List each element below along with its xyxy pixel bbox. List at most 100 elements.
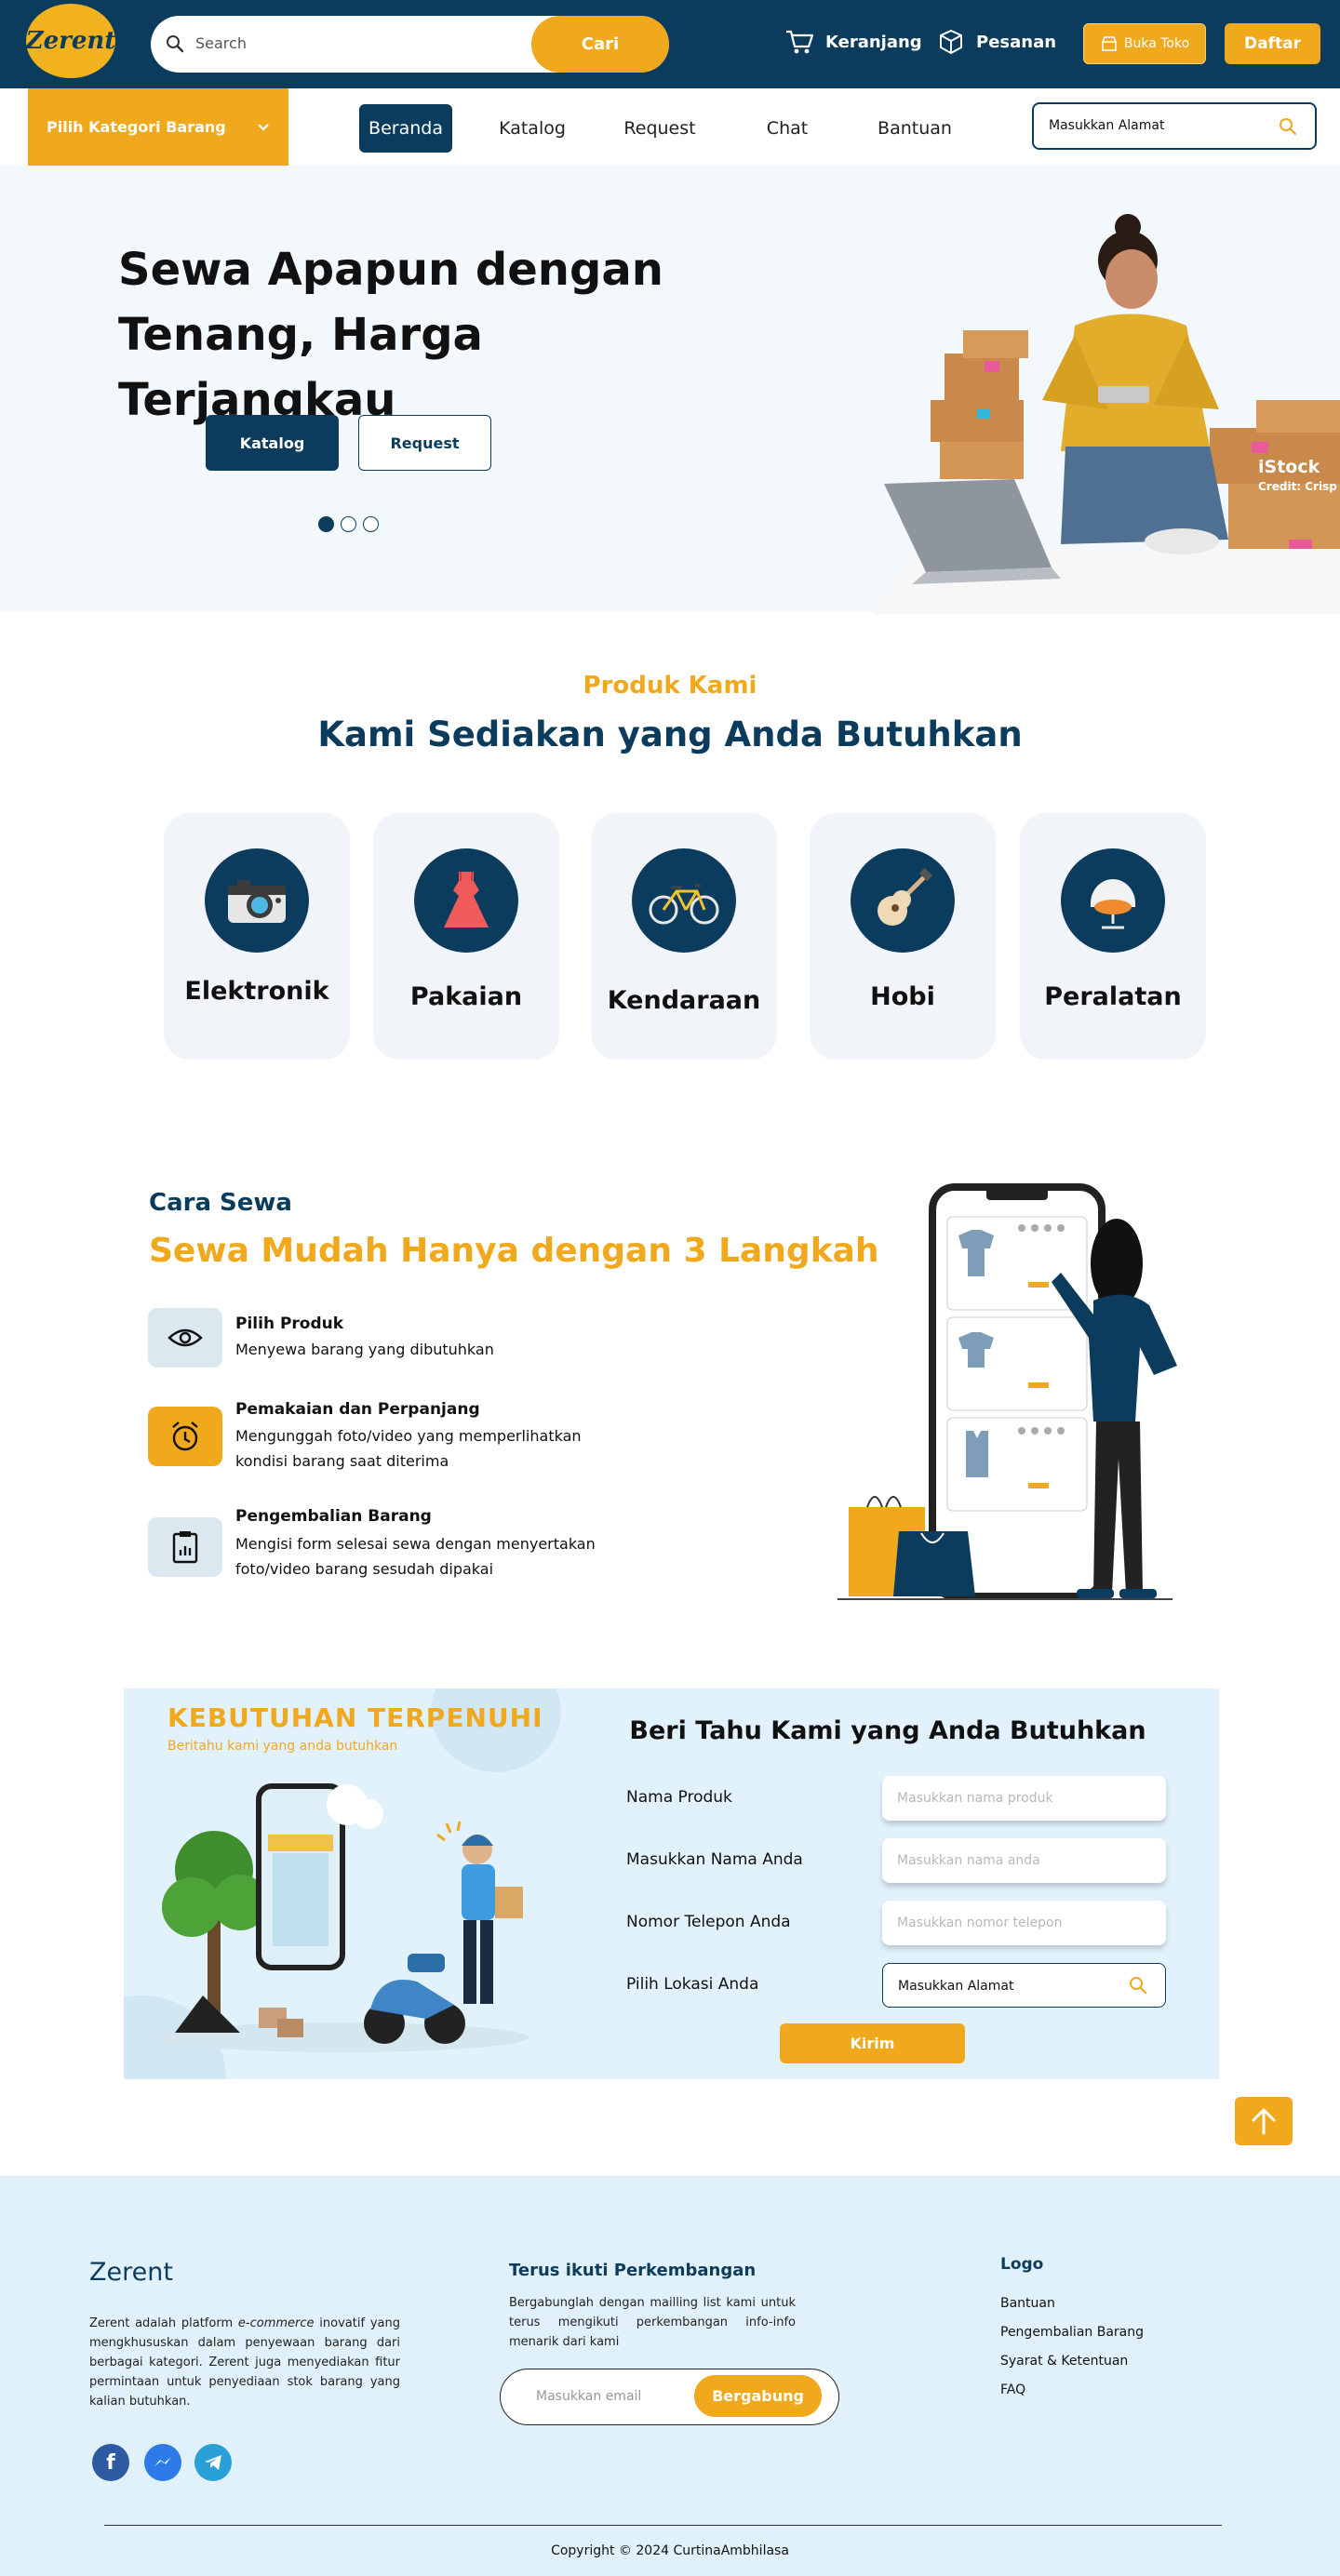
footer-link-pengembalian[interactable]: Pengembalian Barang — [1000, 2325, 1144, 2340]
howto-heading: Sewa Mudah Hanya dengan 3 Langkah — [149, 1232, 879, 1270]
chevron-down-icon — [258, 123, 269, 131]
carousel-dot[interactable] — [318, 516, 334, 532]
hero-title: Sewa Apapun dengan Tenang, Harga Terjang… — [118, 237, 770, 433]
open-store-button[interactable]: Buka Toko — [1083, 23, 1206, 64]
form-heading: Beri Tahu Kami yang Anda Butuhkan — [629, 1716, 1146, 1745]
footer-links-title: Logo — [1000, 2255, 1044, 2274]
box-icon — [940, 30, 962, 54]
delivery-illustration — [147, 1768, 538, 2056]
address-input[interactable]: Masukkan Alamat — [1032, 102, 1317, 150]
scroll-top-button[interactable] — [1235, 2097, 1293, 2145]
nav-chat[interactable]: Chat — [741, 104, 834, 153]
orders-label: Pesanan — [976, 32, 1057, 52]
footer-link-syarat[interactable]: Syarat & Ketentuan — [1000, 2354, 1128, 2369]
register-button[interactable]: Daftar — [1225, 23, 1320, 64]
step-desc: Mengisi form selesai sewa dengan menyert… — [235, 1535, 596, 1578]
store-icon — [1102, 36, 1117, 51]
field-label: Nomor Telepon Anda — [626, 1913, 791, 1931]
category-card-hobi[interactable]: Hobi — [810, 813, 996, 1060]
orders-link[interactable]: Pesanan — [937, 28, 1056, 56]
cart-icon — [786, 30, 814, 54]
search-button[interactable]: Cari — [531, 16, 669, 73]
category-label: Elektronik — [184, 977, 329, 1006]
category-label: Peralatan — [1044, 982, 1182, 1011]
footer-link-faq[interactable]: FAQ — [1000, 2382, 1025, 2397]
email-input[interactable]: Masukkan email — [536, 2389, 641, 2404]
copyright: Copyright © 2024 CurtinaAmbhilasa — [551, 2543, 789, 2558]
step-title: Pengembalian Barang — [235, 1507, 432, 1526]
products-heading: Kami Sediakan yang Anda Butuhkan — [317, 714, 1023, 754]
hero-title-line1: Sewa Apapun dengan — [118, 244, 663, 296]
address-placeholder: Masukkan Alamat — [1049, 118, 1165, 133]
banner-title: KEBUTUHAN TERPENUHI — [168, 1702, 543, 1733]
search-icon — [167, 35, 184, 53]
field-label: Masukkan Nama Anda — [626, 1850, 803, 1869]
footer-about: Zerent adalah platform e-commerce inovat… — [89, 2314, 400, 2411]
newsletter-form: Masukkan email Bergabung — [500, 2369, 839, 2425]
category-card-kendaraan[interactable]: Kendaraan — [591, 813, 777, 1060]
footer-divider — [104, 2525, 1222, 2526]
category-label: Hobi — [870, 982, 935, 1011]
phone-input[interactable]: Masukkan nomor telepon — [882, 1901, 1166, 1945]
nav-bantuan[interactable]: Bantuan — [868, 104, 961, 153]
footer-about-em: e-commerce — [237, 2316, 315, 2330]
name-input[interactable]: Masukkan nama anda — [882, 1838, 1166, 1883]
category-card-pakaian[interactable]: Pakaian — [373, 813, 559, 1060]
hero-katalog-button[interactable]: Katalog — [206, 415, 339, 471]
search-input[interactable]: Search — [195, 34, 247, 52]
carousel-dot[interactable] — [341, 516, 356, 532]
search-icon — [1280, 118, 1297, 136]
messenger-icon[interactable] — [144, 2444, 181, 2481]
carousel-dots — [318, 516, 379, 532]
shopping-illustration — [828, 1180, 1182, 1608]
category-card-elektronik[interactable]: Elektronik — [164, 813, 350, 1060]
newsletter-title: Terus ikuti Perkembangan — [509, 2261, 757, 2280]
field-label: Nama Produk — [626, 1788, 732, 1807]
footer-about-text: Zerent adalah platform — [89, 2316, 238, 2330]
category-dropdown[interactable]: Pilih Kategori Barang — [28, 88, 288, 166]
products-eyebrow: Produk Kami — [583, 672, 757, 700]
nav-request[interactable]: Request — [613, 104, 706, 153]
newsletter-desc: Bergabunglah dengan mailling list kami u… — [509, 2296, 796, 2349]
arrow-up-icon — [1252, 2108, 1276, 2135]
category-label: Pakaian — [409, 982, 523, 1011]
dress-icon — [414, 848, 518, 953]
telegram-icon[interactable] — [194, 2444, 232, 2481]
cart-link[interactable]: Keranjang — [784, 28, 922, 56]
category-label: Kendaraan — [607, 986, 761, 1015]
search-bar[interactable]: Search Cari — [151, 16, 669, 73]
hero-request-button[interactable]: Request — [358, 415, 491, 471]
step-desc: Menyewa barang yang dibutuhkan — [235, 1341, 494, 1358]
carousel-dot[interactable] — [363, 516, 379, 532]
step-desc: Mengunggah foto/video yang memperlihatka… — [235, 1427, 582, 1470]
zerent-logo[interactable]: Zerent — [26, 4, 115, 78]
howto-eyebrow: Cara Sewa — [149, 1189, 292, 1217]
footer-brand: Zerent — [89, 2258, 173, 2287]
footer-link-bantuan[interactable]: Bantuan — [1000, 2296, 1055, 2311]
bicycle-icon — [632, 848, 736, 953]
hero-title-line2: Tenang, Harga Terjangkau — [118, 309, 483, 426]
banner-subtitle: Beritahu kami yang anda butuhkan — [168, 1739, 398, 1754]
step-title: Pemakaian dan Perpanjang — [235, 1400, 480, 1419]
join-button[interactable]: Bergabung — [694, 2375, 822, 2417]
submit-button[interactable]: Kirim — [780, 2023, 965, 2063]
location-input[interactable]: Masukkan Alamat — [882, 1963, 1166, 2008]
facebook-icon[interactable]: f — [92, 2444, 129, 2481]
open-store-label: Buka Toko — [1123, 36, 1190, 51]
egg-chair-icon — [1061, 848, 1165, 953]
category-label: Pilih Kategori Barang — [47, 118, 226, 136]
eye-icon — [148, 1308, 222, 1368]
camera-icon — [205, 848, 309, 953]
watermark-credit: Credit: Crisp — [1258, 480, 1337, 493]
product-name-input[interactable]: Masukkan nama produk — [882, 1776, 1166, 1821]
location-placeholder: Masukkan Alamat — [898, 1979, 1014, 1994]
category-card-peralatan[interactable]: Peralatan — [1020, 813, 1206, 1060]
hero-image-woman-with-boxes: iStock Credit: Crisp — [875, 214, 1340, 614]
logo-text: Zerent — [25, 27, 116, 55]
nav-katalog[interactable]: Katalog — [486, 104, 579, 153]
step-title: Pilih Produk — [235, 1315, 344, 1333]
watermark-text: iStock — [1258, 457, 1320, 477]
clipboard-icon — [148, 1517, 222, 1577]
cart-label: Keranjang — [825, 32, 922, 52]
nav-beranda[interactable]: Beranda — [359, 104, 452, 153]
